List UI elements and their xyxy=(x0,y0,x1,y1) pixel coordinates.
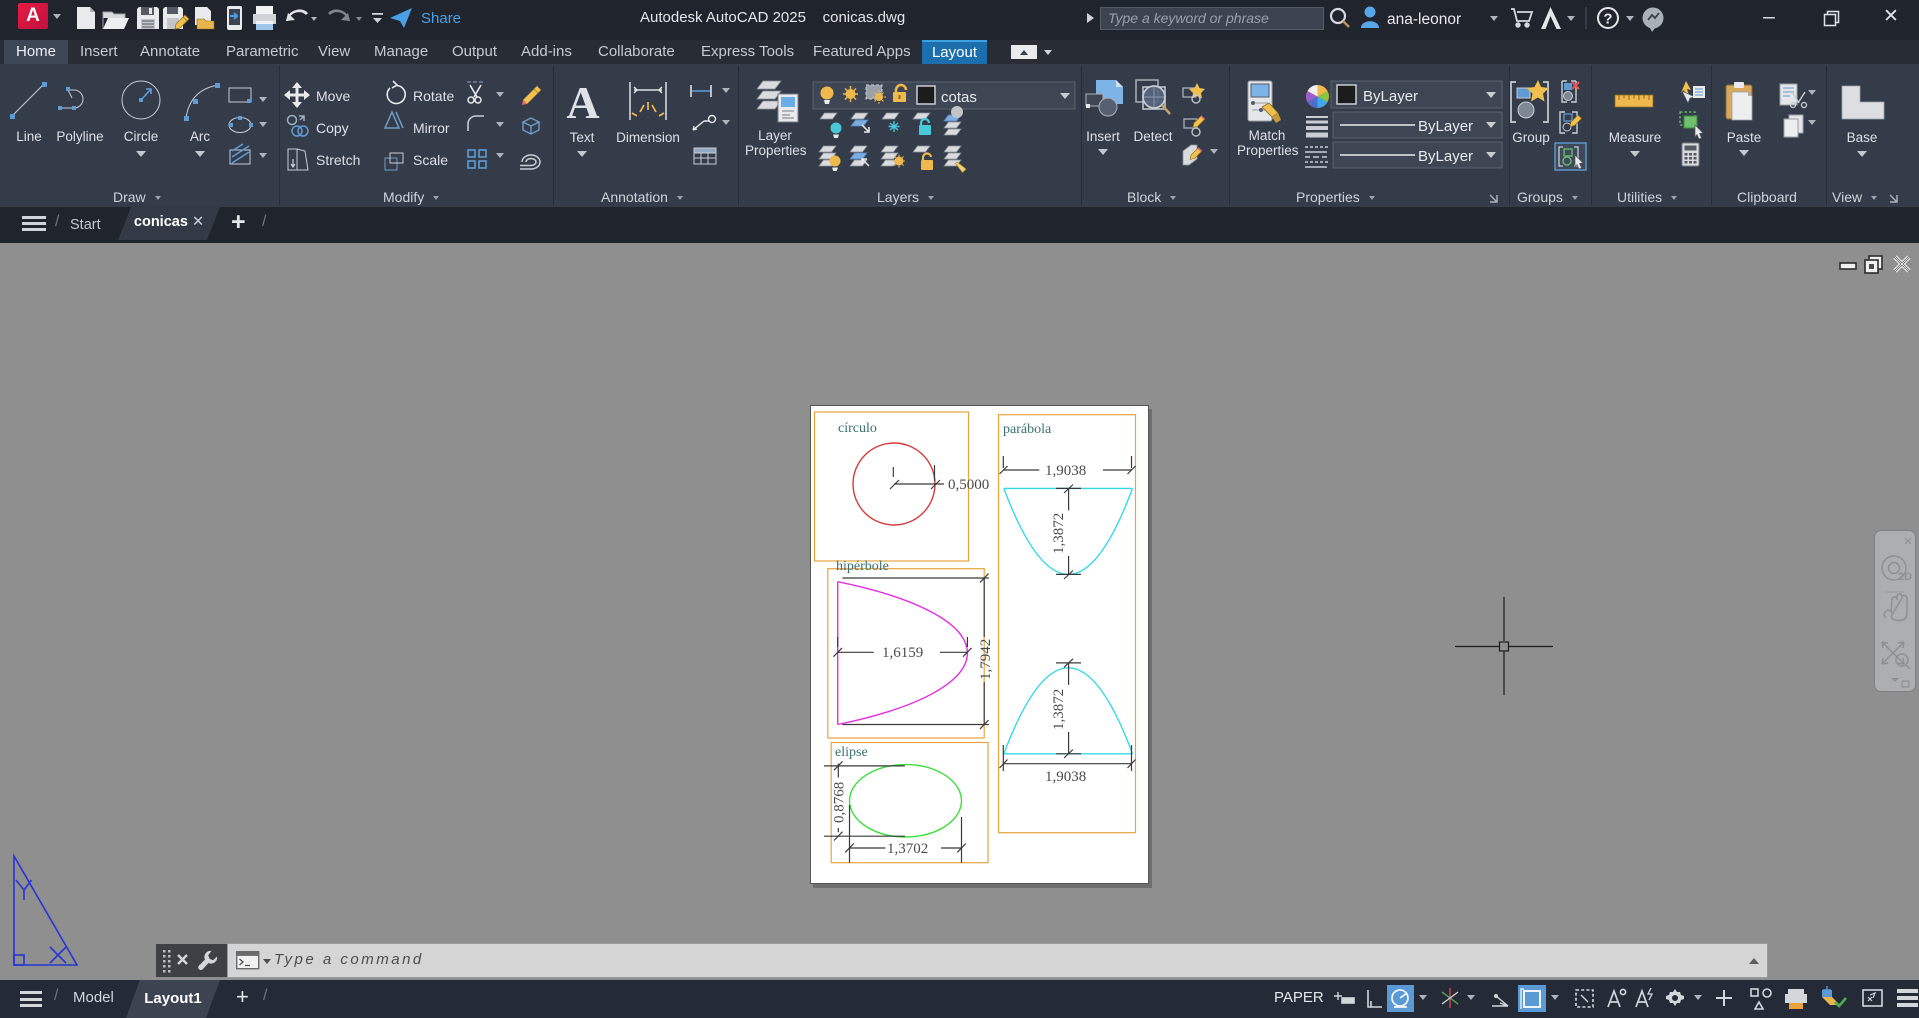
svg-text:ByLayer: ByLayer xyxy=(1363,88,1418,105)
svg-text:1,3872: 1,3872 xyxy=(1051,689,1067,730)
svg-text:ByLayer: ByLayer xyxy=(1418,148,1473,165)
svg-text:parábola: parábola xyxy=(1003,422,1052,437)
svg-text:ana-leonor: ana-leonor xyxy=(1387,11,1461,28)
svg-text:elipse: elipse xyxy=(835,745,868,760)
svg-text:A: A xyxy=(566,77,599,128)
svg-text:ByLayer: ByLayer xyxy=(1418,118,1473,135)
svg-text:0,8768: 0,8768 xyxy=(832,782,848,823)
svg-text:círculo: círculo xyxy=(838,421,877,436)
svg-text:hipérbole: hipérbole xyxy=(836,559,889,574)
svg-text:1,7942: 1,7942 xyxy=(978,639,994,680)
svg-text:?: ? xyxy=(1603,11,1612,28)
svg-text:1,9038: 1,9038 xyxy=(1045,769,1086,785)
svg-text:1,3702: 1,3702 xyxy=(887,841,928,857)
svg-text:2D: 2D xyxy=(1898,571,1912,583)
svg-text:1,9038: 1,9038 xyxy=(1045,463,1086,479)
svg-text:1,3872: 1,3872 xyxy=(1051,513,1067,554)
svg-text:cotas: cotas xyxy=(941,89,977,106)
svg-text:Share: Share xyxy=(421,10,461,27)
svg-text:0,5000: 0,5000 xyxy=(948,477,989,493)
svg-text:1,6159: 1,6159 xyxy=(882,645,923,661)
